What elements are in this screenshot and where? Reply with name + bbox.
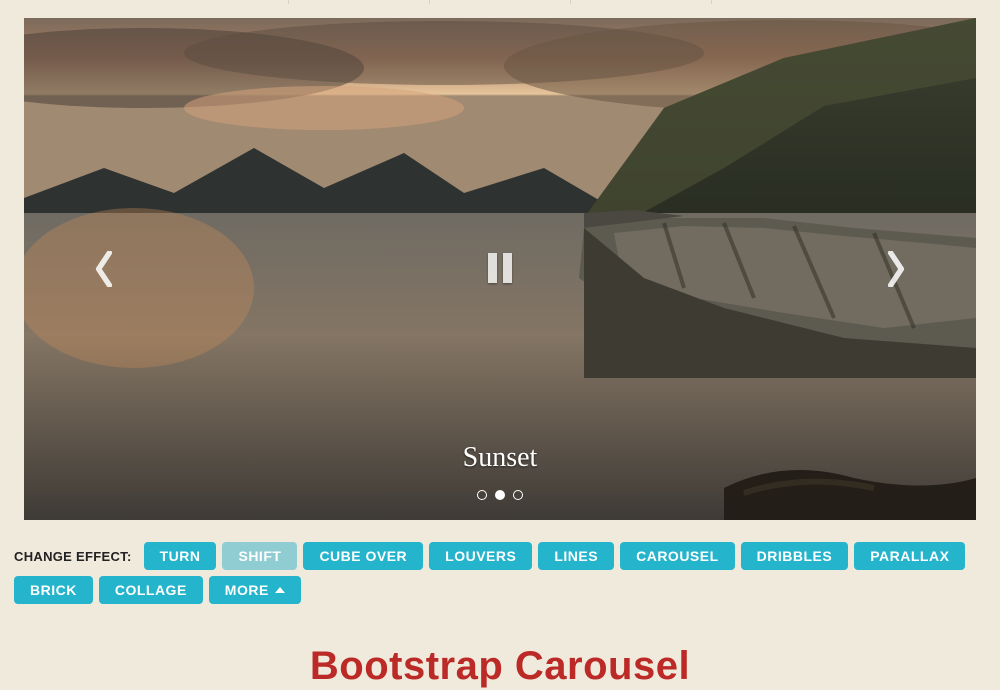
pause-icon bbox=[503, 253, 512, 283]
chevron-right-icon bbox=[885, 251, 907, 287]
effect-button-carousel[interactable]: CAROUSEL bbox=[620, 542, 735, 570]
carousel-indicators bbox=[24, 490, 976, 500]
effect-button-brick[interactable]: BRICK bbox=[14, 576, 93, 604]
carousel-indicator[interactable] bbox=[513, 490, 523, 500]
effect-button-dribbles[interactable]: DRIBBLES bbox=[741, 542, 849, 570]
carousel-indicator[interactable] bbox=[495, 490, 505, 500]
chevron-up-icon bbox=[275, 587, 285, 593]
effect-button-shift[interactable]: SHIFT bbox=[222, 542, 297, 570]
carousel-indicator[interactable] bbox=[477, 490, 487, 500]
effects-label: CHANGE EFFECT: bbox=[14, 549, 132, 564]
carousel: Sunset bbox=[24, 18, 976, 520]
page-title: Bootstrap Carousel bbox=[0, 644, 1000, 689]
slide-caption: Sunset bbox=[24, 442, 976, 474]
effect-button-cube-over[interactable]: CUBE OVER bbox=[303, 542, 423, 570]
carousel-prev-button[interactable] bbox=[84, 239, 124, 299]
effect-button-collage[interactable]: COLLAGE bbox=[99, 576, 203, 604]
effect-button-turn[interactable]: TURN bbox=[144, 542, 217, 570]
effects-bar: CHANGE EFFECT: TURNSHIFTCUBE OVERLOUVERS… bbox=[0, 520, 1000, 604]
topnav-separators bbox=[0, 0, 1000, 4]
effect-button-parallax[interactable]: PARALLAX bbox=[854, 542, 965, 570]
effect-button-lines[interactable]: LINES bbox=[538, 542, 614, 570]
carousel-next-button[interactable] bbox=[876, 239, 916, 299]
carousel-pause-button[interactable] bbox=[482, 253, 518, 285]
effect-button-louvers[interactable]: LOUVERS bbox=[429, 542, 532, 570]
more-label: MORE bbox=[225, 582, 269, 598]
pause-icon bbox=[488, 253, 497, 283]
chevron-left-icon bbox=[93, 251, 115, 287]
effect-more-button[interactable]: MORE bbox=[209, 576, 301, 604]
